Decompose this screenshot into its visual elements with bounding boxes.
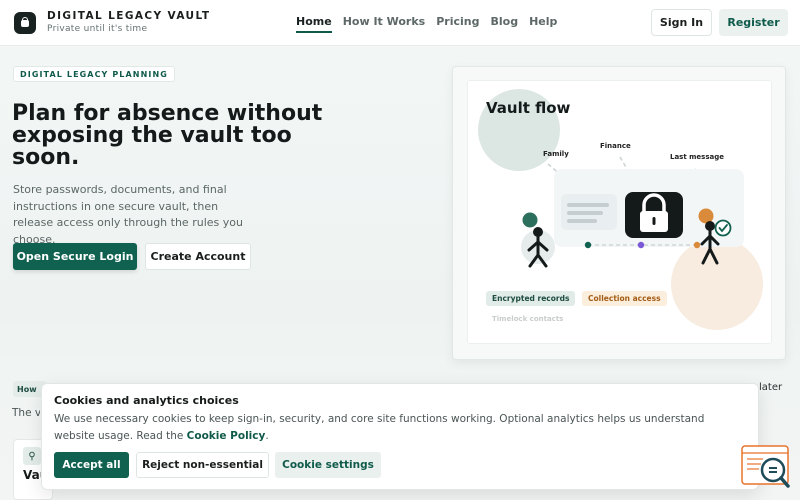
reject-non-essential-button[interactable]: Reject non-essential xyxy=(136,452,269,478)
label-family: Family xyxy=(543,150,569,158)
encrypted-records-badge: Encrypted records xyxy=(486,291,576,306)
cookie-banner-period: . xyxy=(265,429,269,442)
owner-person-icon xyxy=(521,212,555,268)
document-card-icon xyxy=(561,194,617,230)
cookie-banner-body: We use necessary cookies to keep sign-in… xyxy=(54,413,705,442)
vault-flow-card: Vault flow Family Finance Last message E… xyxy=(467,80,772,344)
section-text-later: later xyxy=(759,382,783,393)
cookie-consent-banner: Cookies and analytics choices We use nec… xyxy=(41,383,759,490)
cookie-banner-text: We use necessary cookies to keep sign-in… xyxy=(54,411,744,444)
padlock-icon xyxy=(625,192,683,238)
hero-title: Plan for absence without exposing the va… xyxy=(12,101,323,170)
accept-all-cookies-button[interactable]: Accept all xyxy=(54,452,129,478)
collection-access-badge: Collection access xyxy=(582,291,667,306)
site-header: DIGITAL LEGACY VAULT Private until it's … xyxy=(0,0,800,46)
main-nav: Home How It Works Pricing Blog Help xyxy=(296,15,568,33)
hero-eyebrow-badge: DIGITAL LEGACY PLANNING xyxy=(13,66,175,82)
register-button[interactable]: Register xyxy=(719,9,788,36)
nav-blog[interactable]: Blog xyxy=(490,15,518,33)
section-description-partial: The va xyxy=(12,407,40,419)
nav-how-it-works[interactable]: How It Works xyxy=(343,15,426,33)
lock-logo-icon[interactable] xyxy=(14,12,36,34)
hero-description: Store passwords, documents, and final in… xyxy=(13,183,243,246)
label-last-message: Last message xyxy=(670,153,724,161)
nav-home[interactable]: Home xyxy=(296,15,332,33)
label-finance: Finance xyxy=(600,142,631,150)
create-account-button[interactable]: Create Account xyxy=(145,243,251,270)
feature-card-title: Vau xyxy=(23,468,43,482)
cookie-policy-link[interactable]: Cookie Policy xyxy=(187,430,266,442)
key-icon: ⚲ xyxy=(23,447,41,465)
cookie-banner-title: Cookies and analytics choices xyxy=(54,394,239,407)
brand-tagline: Private until it's time xyxy=(47,24,148,34)
nav-help[interactable]: Help xyxy=(529,15,557,33)
timelock-contacts-label: Timelock contacts xyxy=(492,315,564,323)
nav-pricing[interactable]: Pricing xyxy=(436,15,479,33)
open-secure-login-button[interactable]: Open Secure Login xyxy=(13,243,137,270)
search-document-icon[interactable] xyxy=(741,444,791,490)
cookie-settings-button[interactable]: Cookie settings xyxy=(275,452,381,478)
sign-in-button[interactable]: Sign In xyxy=(651,9,712,36)
brand-name[interactable]: DIGITAL LEGACY VAULT xyxy=(47,10,210,22)
